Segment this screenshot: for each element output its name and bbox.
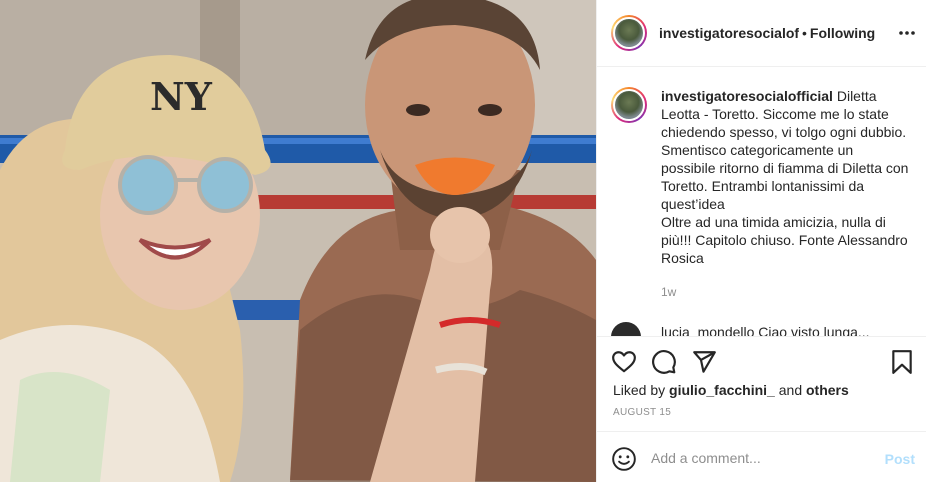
comment-icon[interactable] — [651, 349, 677, 375]
caption-timestamp[interactable]: 1w — [661, 285, 911, 299]
bookmark-icon[interactable] — [889, 349, 915, 375]
caption-author-avatar[interactable] — [611, 87, 647, 123]
caption-author-link[interactable]: investigatoresocialofficial — [661, 88, 833, 104]
add-comment-bar: Post — [597, 431, 926, 482]
more-horizontal-icon[interactable] — [897, 26, 917, 40]
action-bar — [597, 336, 926, 382]
post-caption: investigatoresocialofficial Diletta Leot… — [611, 87, 911, 299]
comment-item: lucia_mondello Ciao visto lunga... — [611, 322, 911, 336]
share-icon[interactable] — [691, 349, 717, 375]
likes-joiner: and — [774, 382, 806, 398]
comment-input[interactable] — [651, 447, 861, 469]
author-handle-link[interactable]: investigatoresocialoffic — [659, 25, 799, 41]
following-button[interactable]: Following — [810, 25, 875, 41]
post-date[interactable]: AUGUST 15 — [613, 407, 671, 418]
caption-body: Diletta Leotta - Toretto. Siccome me lo … — [661, 88, 909, 266]
likes-others-link[interactable]: others — [806, 382, 849, 398]
svg-text:NY: NY — [150, 74, 213, 119]
author-avatar[interactable] — [611, 15, 647, 51]
post-comment-button[interactable]: Post — [885, 451, 915, 467]
smiley-icon[interactable] — [611, 446, 637, 472]
post-photo[interactable]: NY — [0, 0, 596, 482]
post-header: investigatoresocialoffic • Following — [597, 0, 926, 67]
commenter-avatar[interactable] — [611, 322, 641, 336]
likes-summary: Liked by giulio_facchini_ and others — [613, 382, 849, 398]
separator-dot: • — [802, 25, 807, 41]
caption-text: investigatoresocialofficial Diletta Leot… — [661, 87, 911, 267]
photo-illustration: NY — [0, 0, 596, 482]
comment-text: lucia_mondello Ciao visto lunga... — [661, 324, 870, 336]
post-details-panel: investigatoresocialoffic • Following inv… — [596, 0, 926, 482]
liked-by-user-link[interactable]: giulio_facchini_ — [669, 382, 775, 398]
likes-prefix: Liked by — [613, 382, 670, 398]
heart-icon[interactable] — [611, 349, 637, 375]
